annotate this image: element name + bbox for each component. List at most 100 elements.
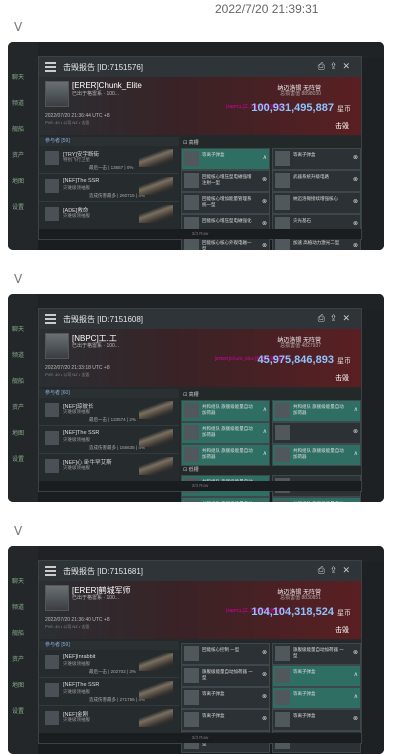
module-name: 加速 高植动力激光二型 — [293, 240, 340, 245]
module-icon — [184, 690, 199, 705]
fitting-slot[interactable]: 回能核心控制 一型 ⊗ — [181, 643, 270, 665]
chevron-icon[interactable]: ∧ — [263, 154, 267, 161]
module-icon — [275, 646, 290, 661]
attacker-row[interactable]: [NEF]The SSR 灾难级领袖舰 造成伤害最多 | 271756 | 4% — [39, 678, 179, 706]
chevron-icon[interactable]: ⊗ — [262, 220, 267, 227]
chevron-icon[interactable]: ⊗ — [262, 671, 267, 678]
chevron-icon[interactable]: ∧ — [263, 428, 267, 435]
sidebar-item[interactable]: 地图 — [12, 428, 24, 437]
chevron-icon[interactable]: ⊗ — [353, 428, 358, 435]
sidebar-item[interactable]: 频道 — [12, 602, 24, 611]
fitting-slot[interactable]: 等离子弹盒 ⊗ — [272, 148, 361, 170]
chevron-icon[interactable]: ⊗ — [353, 715, 358, 722]
sidebar-item[interactable]: 地图 — [12, 680, 24, 689]
attacker-row[interactable]: [NEF]心 卧牛罕艾斯 灾难级领袖舰 — [39, 454, 179, 482]
sidebar-item[interactable]: 资产 — [12, 402, 24, 411]
chevron-icon[interactable]: ⊗ — [262, 198, 267, 205]
sidebar-item[interactable]: 设置 — [12, 454, 24, 463]
fitting-slot[interactable]: 等离子弹盒 ∧ — [272, 687, 361, 709]
module-name: 回能核心增压型电磁强增注射一型 — [202, 174, 252, 185]
fitting-slot[interactable]: 回能核心增压型电磁强增注射一型 ⊗ — [181, 170, 270, 192]
kill-report-panel: 击毁报告 [ID:7151681] ⎙⇪✕ [ERER]鹤城军师 已出于格雷系 · 1… — [38, 560, 362, 753]
panel-title: 击毁报告 [ID:7151576] — [63, 63, 144, 72]
chevron-icon[interactable]: ⊗ — [353, 220, 358, 227]
attacker-ship: 灾难级领袖舰 — [63, 717, 90, 722]
menu-icon[interactable] — [45, 61, 56, 72]
sidebar-item[interactable]: 聊天 — [12, 324, 24, 333]
fitting-slot[interactable]: 等离子弹盒 ⊗ — [181, 687, 270, 709]
fitting-slot[interactable]: 共和组队 旗舰级能量自动加荷器∧ — [272, 400, 361, 422]
sidebar-item[interactable]: 聊天 — [12, 72, 24, 81]
sidebar-item[interactable]: 地图 — [12, 176, 24, 185]
attacker-row[interactable]: [NEF]Inrabbit 灾难级领袖舰 最后一击 | 202703 | 3% — [39, 650, 179, 678]
sidebar-item[interactable]: 舰船 — [12, 124, 24, 133]
attacker-row[interactable]: [NEF]The SSR 灾难级领袖舰 造成伤害最多 | 156635 | 4% — [39, 426, 179, 454]
attackers-header[interactable]: 参与者 [59] — [39, 137, 179, 146]
chevron-icon[interactable]: ⊗ — [353, 176, 358, 183]
module-icon — [184, 500, 199, 502]
chevron-icon[interactable]: ⊗ — [262, 176, 267, 183]
attacker-row[interactable]: [ADE]救命 灾难级领袖舰 — [39, 202, 179, 230]
attacker-row[interactable]: [NEF]金刚 灾难级领袖舰 — [39, 706, 179, 734]
fitting-slot[interactable]: 旗舰级能量自动加荷器 一型 ⊗ — [272, 643, 361, 665]
attacker-ship: 灾难级领袖舰 — [63, 213, 90, 218]
attackers-header[interactable]: 参与者 [60] — [39, 389, 179, 398]
fitting-slot[interactable]: 共和组队 旗舰级能量自动加荷器∧ — [181, 444, 270, 466]
attacker-row[interactable]: [NEF]The SSR 灾难级领袖舰 造成伤害最多 | 260715 | 4% — [39, 174, 179, 202]
fitting-slot[interactable]: 共和组队 旗舰级能量自动加荷器∧ — [181, 400, 270, 422]
chevron-icon[interactable]: ⊗ — [262, 242, 267, 249]
sidebar-item[interactable]: 资产 — [12, 150, 24, 159]
chevron-icon[interactable]: ∧ — [354, 693, 358, 700]
fitting-slot[interactable]: 回能核心增加能量管理系统一型 ⊗ — [181, 192, 270, 214]
victim-portrait — [45, 333, 69, 359]
module-icon — [184, 712, 199, 727]
attackers-header[interactable]: 参与者 [59] — [39, 641, 179, 650]
header-action-icons[interactable]: ⎙⇪✕ — [318, 313, 355, 324]
fitting-slot[interactable]: 等离子弹盒 ⊗ — [272, 709, 361, 731]
attacker-row[interactable]: [NEF]琼彼长 灾难级领袖舰 最后一击 | 133574 | 2% — [39, 398, 179, 426]
panel-header: 击毁报告 [ID:7151681] ⎙⇪✕ — [39, 561, 361, 582]
sidebar-item[interactable]: 设置 — [12, 202, 24, 211]
chevron-icon[interactable]: ∧ — [354, 671, 358, 678]
chevron-icon[interactable]: ∧ — [263, 406, 267, 413]
fitting-slot[interactable]: 共和组队 旗舰级能量自动加荷器∧ — [181, 422, 270, 444]
sidebar-item[interactable]: 聊天 — [12, 576, 24, 585]
module-icon — [184, 173, 199, 188]
chevron-icon[interactable]: ⊗ — [262, 693, 267, 700]
sidebar-item[interactable]: 资产 — [12, 654, 24, 663]
fitting-slot[interactable]: 共和组队 旗舰级能量自动加荷器∧ — [272, 444, 361, 466]
chevron-icon[interactable]: ∧ — [263, 450, 267, 457]
chevron-icon[interactable]: ⊗ — [353, 154, 358, 161]
fitting-slot[interactable]: 等离子弹盒 ∧ — [181, 148, 270, 170]
chevron-icon[interactable]: ⊗ — [262, 649, 267, 656]
module-name: 等离子弹盒 — [293, 669, 316, 674]
fitting-slot[interactable]: ⊗ — [272, 422, 361, 444]
attacker-row[interactable]: [TRY]安宇断街 特别飞行卫星 最后一击 | 13657 | 0% — [39, 146, 179, 174]
game-screenshot: 聊天 频道 舰船 资产 地图 设置 击毁报告 [ID:7151576] ⎙⇪✕ [ERER]Ch… — [8, 42, 384, 250]
attacker-avatar — [45, 431, 59, 445]
fitting-slot[interactable]: 共和组队 旗舰级能量自动加荷器∧ — [272, 497, 361, 502]
header-action-icons[interactable]: ⎙⇪✕ — [318, 61, 355, 72]
fitting-slot[interactable]: 等离子弹盒 ⊗ — [181, 709, 270, 731]
fitting-slot[interactable]: 武器系统升级电路 ⊗ — [272, 170, 361, 192]
sidebar-item[interactable]: 舰船 — [12, 376, 24, 385]
chevron-icon[interactable]: ∧ — [354, 450, 358, 457]
fitting-slot[interactable]: 共和组队 旗舰级能量自动加荷器∧ — [181, 497, 270, 502]
chevron-icon[interactable]: ∧ — [354, 406, 358, 413]
chevron-icon[interactable]: ⊗ — [353, 649, 358, 656]
sidebar-item[interactable]: 频道 — [12, 350, 24, 359]
sidebar-item[interactable]: 频道 — [12, 98, 24, 107]
chevron-icon[interactable]: ⊗ — [353, 198, 358, 205]
panel-title: 击毁报告 [ID:7151608] — [63, 315, 144, 324]
chevron-icon[interactable]: ⊗ — [262, 715, 267, 722]
victim-subtitle: 已出于格雷系 · 100... — [72, 595, 119, 601]
fitting-slot[interactable]: 纳迈洛锡接续增强核心 ⊗ — [272, 192, 361, 214]
chevron-icon[interactable]: ⊗ — [353, 242, 358, 249]
sidebar-item[interactable]: 设置 — [12, 706, 24, 715]
menu-icon[interactable] — [45, 565, 56, 576]
menu-icon[interactable] — [45, 313, 56, 324]
fitting-slot[interactable]: 等离子弹盒 ∧ — [272, 665, 361, 687]
sidebar-item[interactable]: 舰船 — [12, 628, 24, 637]
header-action-icons[interactable]: ⎙⇪✕ — [318, 565, 355, 576]
fitting-slot[interactable]: 旗舰级能量自动加荷器 一型 ⊗ — [181, 665, 270, 687]
